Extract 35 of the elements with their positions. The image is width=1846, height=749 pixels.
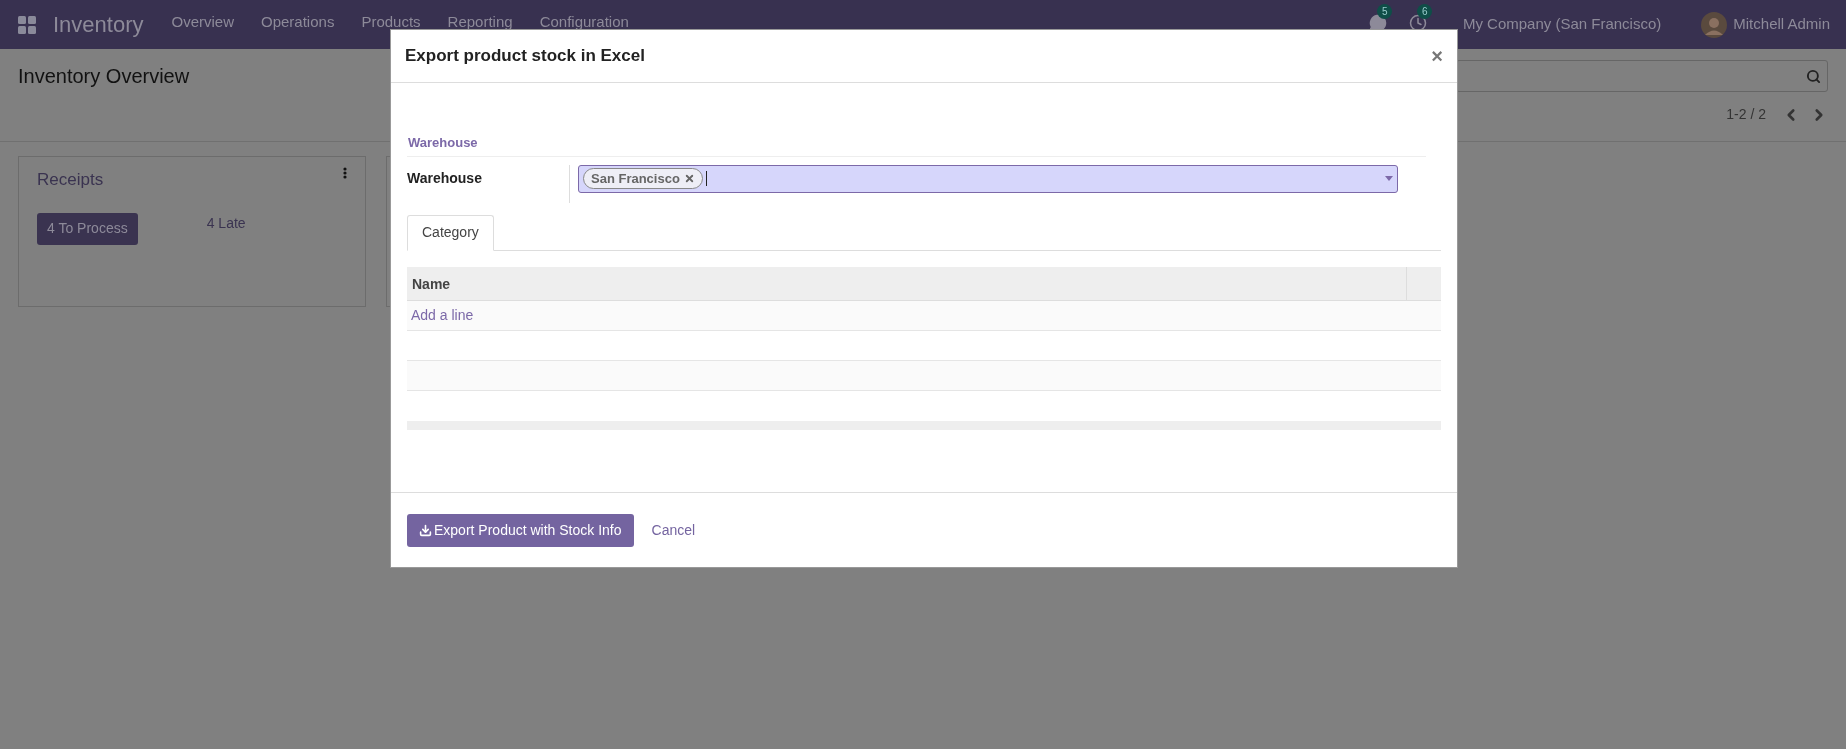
cancel-button[interactable]: Cancel <box>649 519 698 541</box>
dropdown-caret-icon[interactable] <box>1385 176 1393 181</box>
search-icon[interactable] <box>1806 68 1821 84</box>
user-name[interactable]: Mitchell Admin <box>1733 13 1830 36</box>
warehouse-field[interactable]: San Francisco <box>578 164 1398 193</box>
export-button[interactable]: Export Product with Stock Info <box>407 513 634 547</box>
column-header: Name <box>407 266 1407 300</box>
notification-count: 5 <box>1376 3 1393 19</box>
add-line-link[interactable]: Add a line <box>411 304 474 326</box>
notification-count: 6 <box>1416 3 1433 19</box>
menu-item[interactable]: Products <box>361 13 421 30</box>
app-name[interactable]: Inventory <box>53 8 144 41</box>
menu-item[interactable]: Overview <box>171 13 234 30</box>
remove-icon[interactable] <box>683 173 695 184</box>
menu-item[interactable]: Operations <box>261 13 335 30</box>
pager-text: 1-2 / 2 <box>1726 105 1766 124</box>
company-switcher[interactable]: My Company (San Francisco) <box>1462 13 1662 36</box>
search-field[interactable] <box>1456 60 1828 92</box>
page-title: Inventory Overview <box>18 64 190 89</box>
menu-item[interactable]: Configuration <box>539 13 629 30</box>
card-title[interactable]: Receipts <box>37 167 104 193</box>
to-process-button[interactable]: 4 To Process <box>37 212 138 245</box>
warehouse-tag: San Francisco <box>583 168 703 189</box>
section-title: Warehouse <box>407 133 1426 157</box>
apps-grid-icon[interactable] <box>18 15 36 34</box>
download-icon <box>419 523 432 537</box>
field-label: Warehouse <box>407 168 483 188</box>
more-icon[interactable] <box>343 167 347 179</box>
dialog-title: Export product stock in Excel <box>405 45 645 68</box>
clock-icon[interactable] <box>1408 13 1427 32</box>
late-link[interactable]: 4 Late <box>206 212 246 245</box>
menu-item[interactable]: Reporting <box>447 13 513 30</box>
avatar-icon[interactable] <box>1701 11 1728 38</box>
category-tab[interactable]: Category <box>407 214 494 251</box>
close-button[interactable]: × <box>1431 46 1443 66</box>
